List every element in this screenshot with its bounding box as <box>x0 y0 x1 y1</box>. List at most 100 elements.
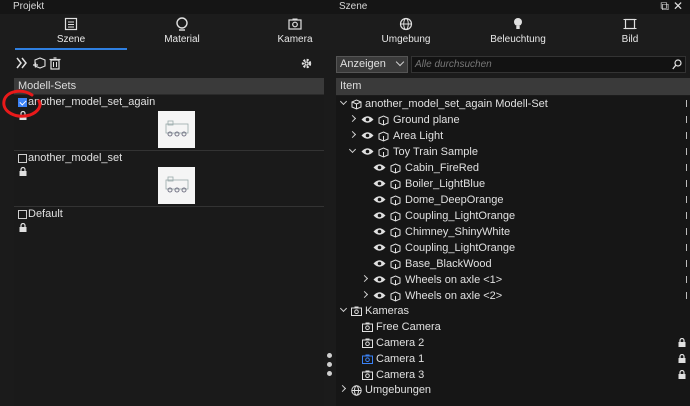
eye-icon[interactable] <box>373 211 386 220</box>
tab-szene[interactable]: Szene <box>15 14 127 50</box>
tree-row-cameras[interactable]: Kameras <box>336 304 690 319</box>
lock-icon[interactable] <box>678 370 686 379</box>
eye-icon[interactable] <box>373 195 386 204</box>
chevron-down-icon[interactable] <box>339 97 348 106</box>
eye-icon[interactable] <box>373 179 386 188</box>
model-set-item[interactable]: another_model_set <box>14 151 324 207</box>
tree-row-item[interactable]: Area Light <box>336 129 690 144</box>
tree-row-part[interactable]: Coupling_LightOrange <box>336 209 690 224</box>
image-frame-icon <box>623 18 637 30</box>
tab-kamera[interactable]: Kamera <box>255 14 335 50</box>
model-set-icon <box>390 259 401 270</box>
tree-row-model-set[interactable]: another_model_set_again Modell-Set <box>336 97 690 112</box>
chevron-right-icon[interactable] <box>360 290 369 299</box>
tab-label: Umgebung <box>381 34 431 45</box>
camera-icon <box>362 338 373 348</box>
item-column-header: Item <box>336 78 690 95</box>
add-model-set-icon[interactable] <box>32 57 46 70</box>
tree-row-item[interactable]: Ground plane <box>336 113 690 128</box>
project-title: Projekt <box>13 1 45 12</box>
model-set-item[interactable]: another_model_set_again <box>14 95 324 151</box>
filter-bar: Anzeigen Alle durchsuchen <box>336 56 686 74</box>
tab-label: Bild <box>621 34 639 45</box>
model-set-toolbar <box>14 54 324 76</box>
tree-row-camera-active[interactable]: Camera 1 <box>336 352 690 367</box>
tree-row-part[interactable]: Cabin_FireRed <box>336 161 690 176</box>
scene-grid-icon <box>64 17 78 31</box>
eye-icon[interactable] <box>373 243 386 252</box>
search-input[interactable]: Alle durchsuchen <box>411 56 686 73</box>
tree-row-item[interactable]: Wheels on axle <2> <box>336 289 690 304</box>
eye-icon[interactable] <box>373 291 386 300</box>
eye-icon[interactable] <box>373 227 386 236</box>
tab-beleuchtung[interactable]: Beleuchtung <box>478 14 558 50</box>
tree-row-item[interactable]: Toy Train Sample <box>336 145 690 160</box>
scene-title: Szene <box>339 1 368 12</box>
chevron-right-icon[interactable] <box>338 384 347 393</box>
chevron-right-icon[interactable] <box>348 130 357 139</box>
eye-icon[interactable] <box>361 115 374 124</box>
tab-material[interactable]: Material <box>142 14 222 50</box>
chevron-right-icon[interactable] <box>360 274 369 283</box>
tree-row-item[interactable]: Wheels on axle <1> <box>336 273 690 288</box>
model-set-name: Default <box>28 208 63 220</box>
eye-icon[interactable] <box>361 147 374 156</box>
model-set-icon <box>390 291 401 302</box>
camera-icon <box>362 354 373 364</box>
panel-splitter[interactable] <box>327 353 333 380</box>
eye-icon[interactable] <box>361 131 374 140</box>
chevron-down-icon[interactable] <box>348 145 357 154</box>
model-set-item[interactable]: Default <box>14 207 324 233</box>
trash-icon[interactable] <box>49 57 61 70</box>
camera-icon <box>362 370 373 380</box>
chevron-down-icon[interactable] <box>339 304 348 313</box>
lock-icon[interactable] <box>19 223 27 232</box>
tree-label: Umgebungen <box>365 384 432 396</box>
visibility-dropdown[interactable]: Anzeigen <box>336 56 408 73</box>
tab-label: Beleuchtung <box>490 34 546 45</box>
tree-row-part[interactable]: Dome_DeepOrange <box>336 193 690 208</box>
eye-icon[interactable] <box>373 259 386 268</box>
lock-icon[interactable] <box>678 354 686 363</box>
tree-row-camera[interactable]: Camera 2 <box>336 336 690 351</box>
model-set-checkbox[interactable] <box>18 210 27 219</box>
scene-tree: another_model_set_again Modell-Set Groun… <box>336 96 690 406</box>
expand-chevrons-icon[interactable] <box>16 57 28 69</box>
tab-umgebung[interactable]: Umgebung <box>366 14 446 50</box>
tree-row-camera[interactable]: Camera 3 <box>336 368 690 383</box>
lock-icon[interactable] <box>19 111 27 120</box>
lock-icon[interactable] <box>19 167 27 176</box>
model-set-icon <box>390 163 401 174</box>
tree-row-environments[interactable]: Umgebungen <box>336 383 690 398</box>
tree-row-camera[interactable]: Free Camera <box>336 320 690 335</box>
model-set-name: another_model_set_again <box>28 96 156 108</box>
globe-icon <box>351 385 362 396</box>
globe-icon <box>399 17 413 31</box>
eye-icon[interactable] <box>373 275 386 284</box>
tree-row-part[interactable]: Boiler_LightBlue <box>336 177 690 192</box>
model-set-icon <box>390 275 401 286</box>
search-placeholder: Alle durchsuchen <box>415 59 492 70</box>
tree-row-part[interactable]: Coupling_LightOrange <box>336 241 690 256</box>
tab-label: Kamera <box>277 34 313 45</box>
tree-label: Toy Train Sample <box>393 146 478 158</box>
popout-icon[interactable]: ⧉ <box>660 0 673 13</box>
model-set-icon <box>390 227 401 238</box>
dropdown-value: Anzeigen <box>340 58 386 70</box>
tree-row-part[interactable]: Chimney_ShinyWhite <box>336 225 690 240</box>
window-controls[interactable]: ⧉✕ <box>660 0 687 12</box>
model-set-icon <box>390 243 401 254</box>
close-icon[interactable]: ✕ <box>673 0 687 13</box>
lock-icon[interactable] <box>678 338 686 347</box>
gear-icon[interactable] <box>300 57 313 70</box>
search-icon <box>672 59 682 70</box>
model-set-checkbox[interactable] <box>18 154 27 163</box>
chevron-right-icon[interactable] <box>348 114 357 123</box>
tab-bild[interactable]: Bild <box>590 14 670 50</box>
camera-icon <box>362 322 373 332</box>
tab-label: Szene <box>56 34 86 45</box>
tree-label: Base_BlackWood <box>405 258 492 270</box>
eye-icon[interactable] <box>373 163 386 172</box>
tree-row-part[interactable]: Base_BlackWood <box>336 257 690 272</box>
model-set-checkbox[interactable] <box>18 98 27 107</box>
